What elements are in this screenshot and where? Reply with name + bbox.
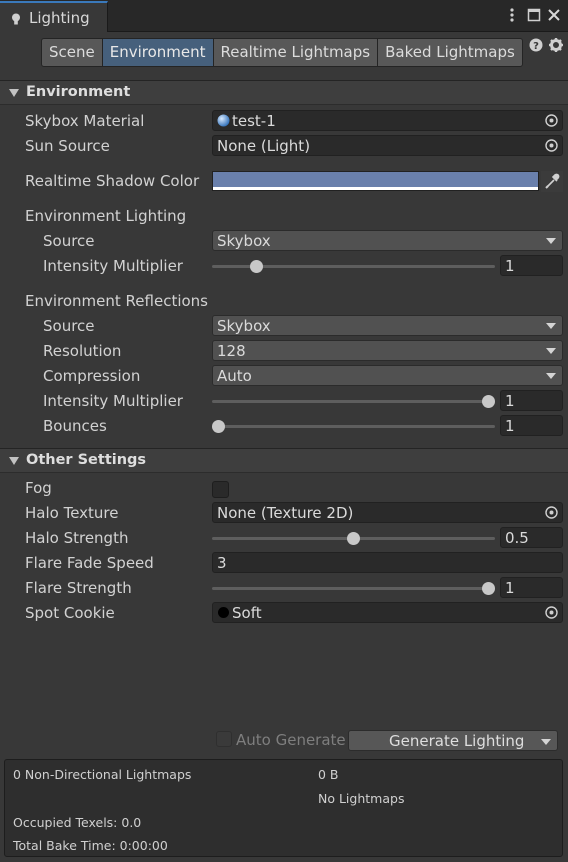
lighting-source-dropdown[interactable]: Skybox — [212, 230, 563, 251]
sun-source-value: None (Light) — [217, 137, 311, 155]
halo-strength-input[interactable]: 0.5 — [500, 527, 563, 548]
other-settings-section-header[interactable]: Other Settings — [0, 448, 568, 473]
spot-cookie-value: Soft — [232, 604, 262, 622]
halo-strength-slider-thumb[interactable] — [347, 532, 360, 545]
section-title: Environment — [26, 84, 131, 100]
skybox-material-label: Skybox Material — [25, 112, 145, 130]
lightbulb-icon — [12, 13, 20, 25]
flare-fade-speed-input[interactable]: 3 — [212, 552, 563, 573]
gear-icon[interactable] — [549, 38, 563, 52]
texture-dot-icon — [218, 607, 229, 618]
section-title: Other Settings — [26, 452, 147, 468]
environment-lighting-label: Environment Lighting — [25, 207, 187, 225]
lightmap-stats-panel: 0 Non-Directional Lightmaps 0 B No Light… — [4, 759, 563, 857]
sun-source-label: Sun Source — [25, 137, 110, 155]
reflection-source-dropdown[interactable]: Skybox — [212, 315, 563, 336]
generate-lighting-button[interactable]: Generate Lighting — [348, 730, 558, 751]
tab-environment[interactable]: Environment — [101, 38, 214, 67]
halo-texture-value: None (Texture 2D) — [217, 504, 354, 522]
flare-fade-speed-value: 3 — [217, 554, 227, 572]
bounces-input[interactable]: 1 — [500, 415, 563, 436]
lightmap-size: 0 B — [318, 767, 339, 782]
svg-text:?: ? — [533, 41, 539, 52]
reflection-compression-value: Auto — [217, 367, 252, 385]
shadow-color-swatch[interactable] — [212, 171, 539, 191]
reflection-intensity-label: Intensity Multiplier — [43, 392, 183, 410]
chevron-down-icon — [546, 238, 556, 244]
flare-strength-value: 1 — [505, 579, 515, 597]
object-picker-icon[interactable] — [544, 505, 559, 520]
reflection-source-value: Skybox — [217, 317, 271, 335]
flare-fade-speed-label: Flare Fade Speed — [25, 554, 154, 572]
reflection-intensity-value: 1 — [505, 392, 515, 410]
halo-texture-label: Halo Texture — [25, 504, 119, 522]
environment-reflections-label: Environment Reflections — [25, 292, 208, 310]
spot-cookie-label: Spot Cookie — [25, 604, 115, 622]
object-picker-icon[interactable] — [544, 138, 559, 153]
reflection-intensity-input[interactable]: 1 — [500, 390, 563, 411]
auto-generate-label: Auto Generate — [236, 731, 346, 749]
spot-cookie-field[interactable]: Soft — [212, 602, 563, 623]
lighting-source-value: Skybox — [217, 232, 271, 250]
sun-source-field[interactable]: None (Light) — [212, 135, 563, 156]
bounces-value: 1 — [505, 417, 515, 435]
shadow-color-label: Realtime Shadow Color — [25, 172, 200, 190]
fog-checkbox[interactable] — [212, 481, 229, 498]
close-icon[interactable] — [545, 6, 563, 24]
halo-texture-field[interactable]: None (Texture 2D) — [212, 502, 563, 523]
lighting-intensity-value: 1 — [505, 257, 515, 275]
foldout-arrow-icon — [9, 457, 19, 465]
halo-strength-label: Halo Strength — [25, 529, 129, 547]
chevron-down-icon — [546, 348, 556, 354]
lighting-intensity-input[interactable]: 1 — [500, 255, 563, 276]
total-bake-time: Total Bake Time: 0:00:00 — [13, 838, 168, 853]
object-picker-icon[interactable] — [544, 113, 559, 128]
generate-lighting-label: Generate Lighting — [389, 732, 525, 750]
eyedropper-icon[interactable] — [541, 171, 563, 192]
non-directional-count: 0 Non-Directional Lightmaps — [13, 767, 192, 782]
occupied-texels: Occupied Texels: 0.0 — [13, 815, 142, 830]
reflection-resolution-dropdown[interactable]: 128 — [212, 340, 563, 361]
reflection-resolution-label: Resolution — [43, 342, 122, 360]
reflection-intensity-slider-thumb[interactable] — [482, 395, 495, 408]
tab-realtime-lightmaps[interactable]: Realtime Lightmaps — [212, 38, 379, 67]
skybox-material-value: test-1 — [232, 112, 276, 130]
chevron-down-icon — [546, 323, 556, 329]
flare-strength-label: Flare Strength — [25, 579, 132, 597]
bounces-label: Bounces — [43, 417, 107, 435]
reflection-compression-label: Compression — [43, 367, 141, 385]
shadow-color-fill — [213, 172, 538, 187]
reflection-compression-dropdown[interactable]: Auto — [212, 365, 563, 386]
lighting-intensity-slider-thumb[interactable] — [249, 260, 263, 273]
bounces-slider-track[interactable] — [212, 425, 495, 428]
reflection-source-label: Source — [43, 317, 95, 335]
bounces-slider-thumb[interactable] — [212, 420, 225, 433]
flare-strength-input[interactable]: 1 — [500, 577, 563, 598]
material-sphere-icon — [217, 114, 230, 127]
skybox-material-field[interactable]: test-1 — [212, 110, 563, 131]
no-lightmaps-text: No Lightmaps — [318, 791, 405, 806]
tab-baked-lightmaps[interactable]: Baked Lightmaps — [377, 38, 523, 67]
reflection-resolution-value: 128 — [217, 342, 246, 360]
flare-strength-slider-track[interactable] — [212, 587, 495, 590]
fog-label: Fog — [25, 479, 52, 497]
object-picker-icon[interactable] — [544, 605, 559, 620]
more-options-icon[interactable] — [503, 6, 521, 24]
foldout-arrow-icon — [9, 89, 19, 97]
environment-section-header[interactable]: Environment — [0, 80, 568, 105]
lighting-source-label: Source — [43, 232, 95, 250]
reflection-intensity-slider-track[interactable] — [212, 400, 495, 403]
window-title: Lighting — [29, 9, 90, 27]
flare-strength-slider-thumb[interactable] — [482, 582, 495, 595]
chevron-down-icon — [546, 373, 556, 379]
halo-strength-value: 0.5 — [505, 529, 529, 547]
chevron-down-icon[interactable] — [541, 739, 551, 745]
help-icon[interactable]: ? — [529, 38, 543, 52]
tab-scene[interactable]: Scene — [41, 38, 103, 67]
lighting-intensity-label: Intensity Multiplier — [43, 257, 183, 275]
maximize-icon[interactable] — [525, 6, 543, 24]
lighting-tab-bar: Scene Environment Realtime Lightmaps Bak… — [41, 38, 523, 67]
auto-generate-checkbox[interactable] — [216, 731, 232, 747]
window-tab[interactable]: Lighting — [0, 1, 108, 32]
